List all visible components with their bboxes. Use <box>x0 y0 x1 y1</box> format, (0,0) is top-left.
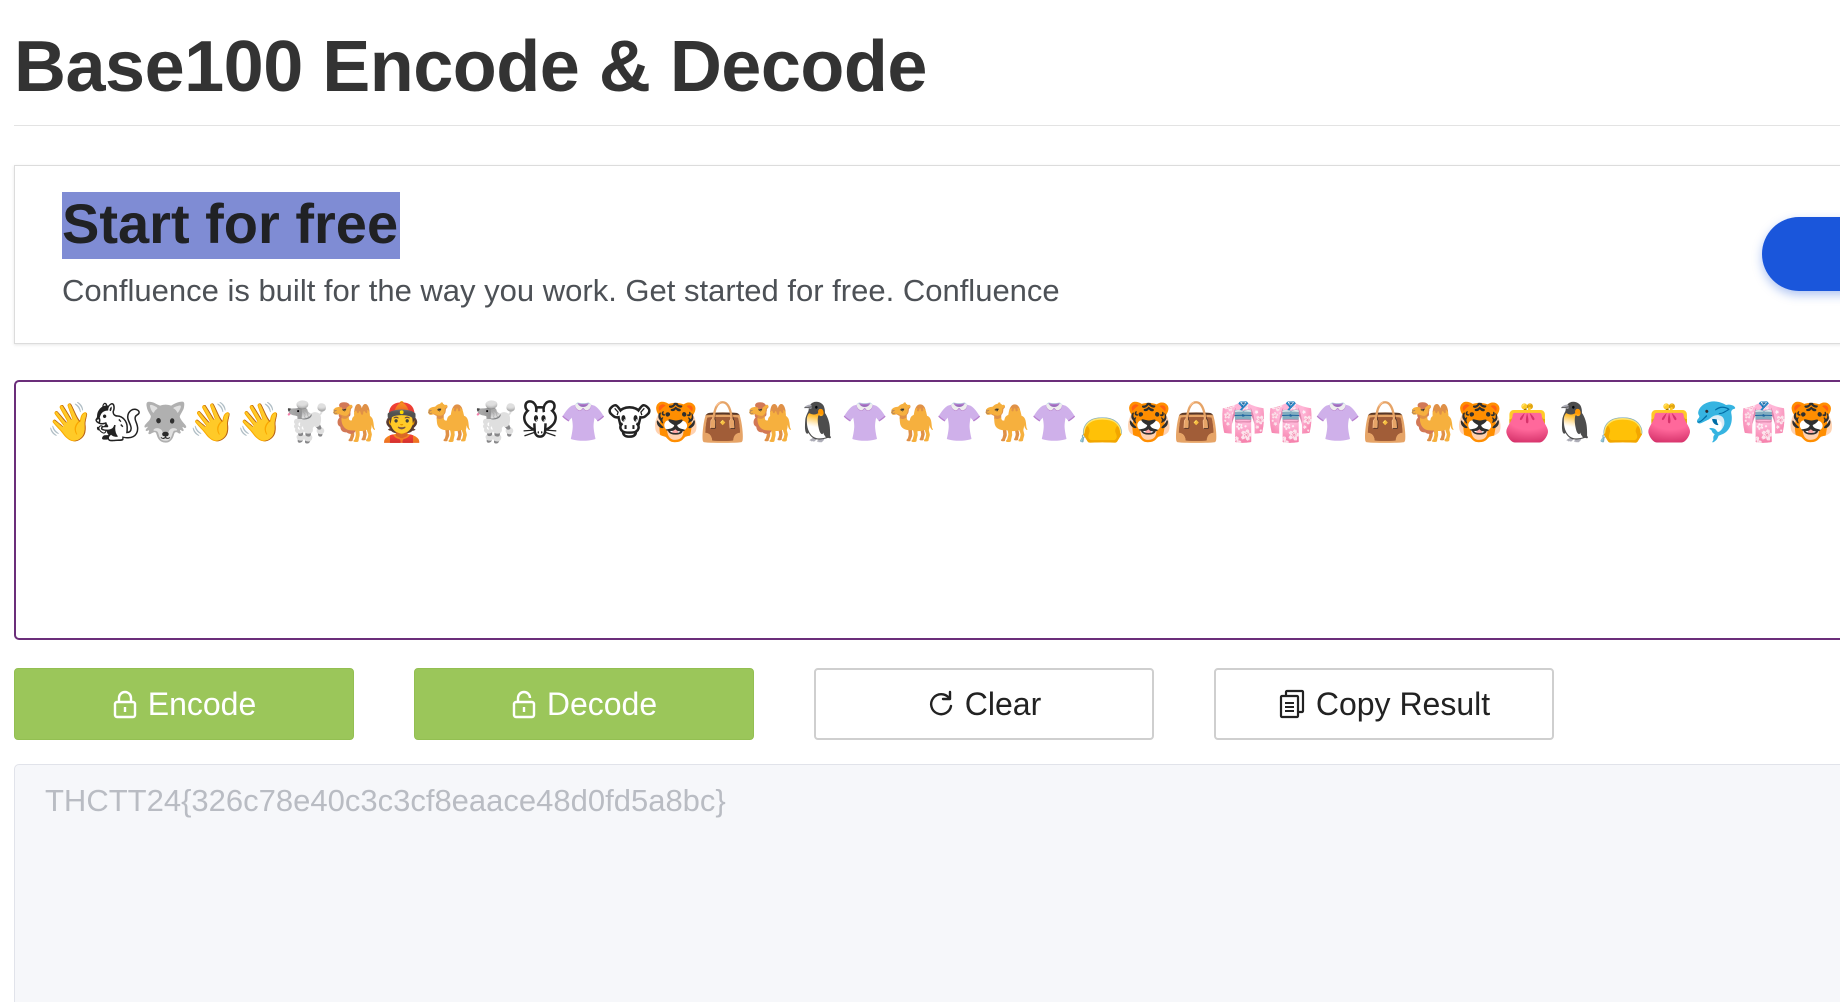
ad-headline-text[interactable]: Start for free <box>62 192 401 259</box>
title-divider <box>14 125 1840 126</box>
ad-banner[interactable]: Start for free Confluence is built for t… <box>14 165 1840 344</box>
copy-result-button[interactable]: Copy Result <box>1214 668 1554 740</box>
ad-headline[interactable]: Start for free <box>62 192 401 259</box>
ad-cta-button[interactable] <box>1762 217 1840 291</box>
copy-result-button-label: Copy Result <box>1315 685 1491 722</box>
input-textarea[interactable]: 👋🐿🐺👋👋🐩🐫👲🐪🐩🐭👚🐮🐯👜🐫🐧👚🐪👚🐪👚👝🐯👜👘👘👚👜🐫🐯👛🐧👝👛🐬👘🐯👙👚… <box>14 380 1840 640</box>
decode-button[interactable]: Decode <box>414 668 754 740</box>
page-title: Base100 Encode & Decode <box>14 27 927 107</box>
output-result-text: THCTT24{326c78e40c3c3cf8eaace48d0fd5a8bc… <box>45 783 726 818</box>
clear-button-label: Clear <box>964 685 1042 722</box>
clear-button[interactable]: Clear <box>814 668 1154 740</box>
decode-button-label: Decode <box>546 685 658 722</box>
output-result-box[interactable]: THCTT24{326c78e40c3c3cf8eaace48d0fd5a8bc… <box>14 764 1840 1002</box>
lock-icon <box>112 689 138 719</box>
unlock-icon <box>511 689 537 719</box>
refresh-icon <box>927 690 955 718</box>
encode-button[interactable]: Encode <box>14 668 354 740</box>
encode-button-label: Encode <box>147 685 257 722</box>
ad-description: Confluence is built for the way you work… <box>62 273 1060 308</box>
copy-icon <box>1278 689 1306 719</box>
page: Base100 Encode & Decode Start for free C… <box>0 0 1840 1002</box>
